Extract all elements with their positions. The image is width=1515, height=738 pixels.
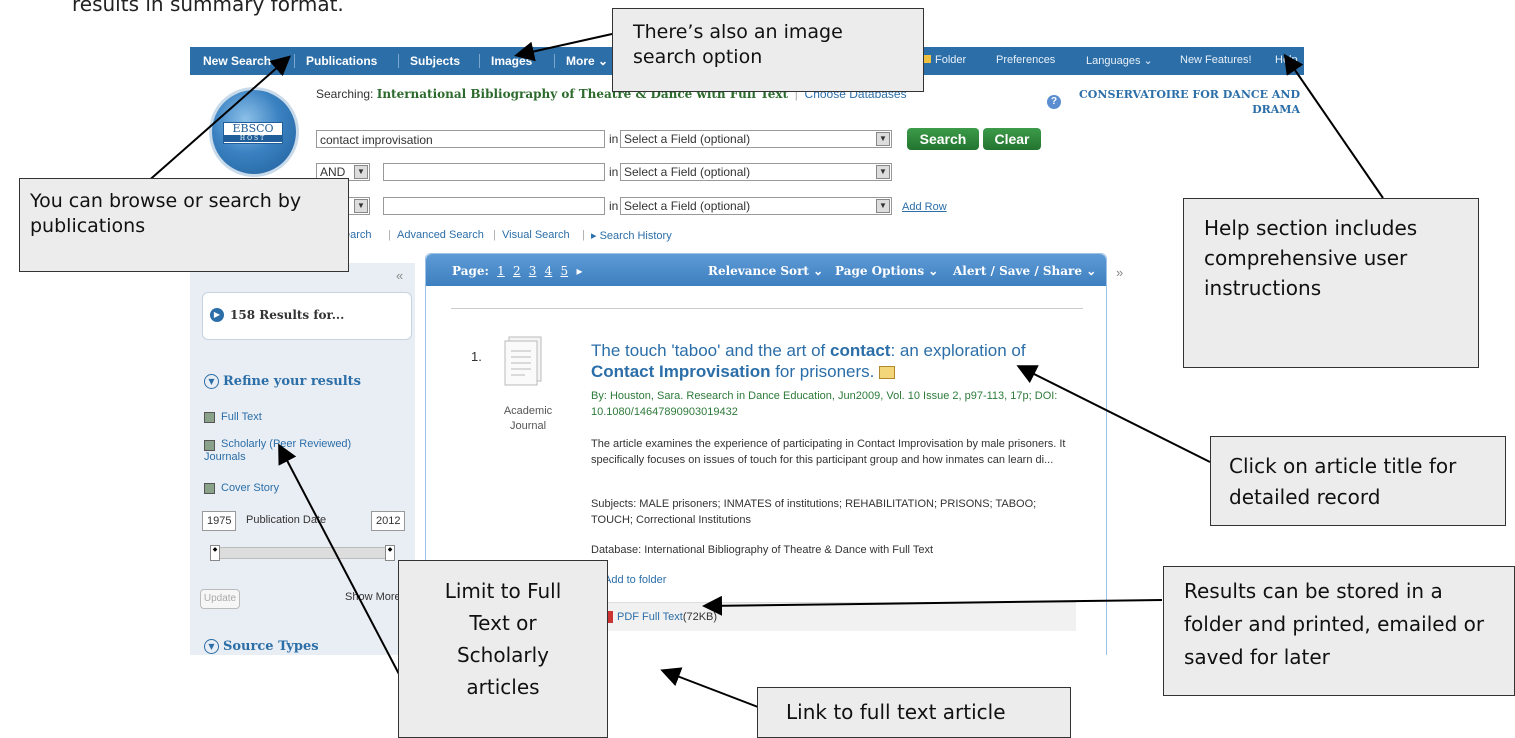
arrow-limit — [278, 443, 401, 677]
arrow-folder — [702, 595, 1163, 616]
callout-limit: Limit to Full Text or Scholarly articles — [398, 560, 608, 738]
arrow-fulltext-link — [660, 667, 759, 708]
callout-browse-publications: You can browse or search by publications — [19, 178, 349, 272]
callout-fulltext-link: Link to full text article — [757, 687, 1071, 738]
arrow-help — [1283, 53, 1384, 199]
arrow-article-title — [1016, 365, 1211, 463]
callout-article-title: Click on article title for detailed reco… — [1210, 436, 1506, 526]
callout-image-search: There’s also an image search option — [612, 8, 924, 92]
callout-help-section: Help section includes comprehensive user… — [1183, 198, 1479, 368]
arrow-image-search — [514, 33, 613, 62]
callout-folder: Results can be stored in a folder and pr… — [1163, 566, 1515, 696]
